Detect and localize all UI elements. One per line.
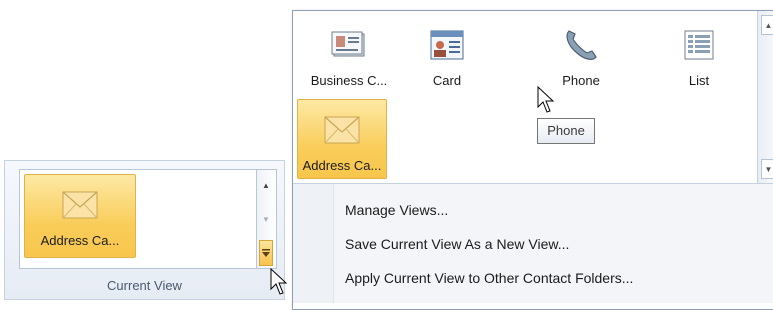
list-icon [679,27,719,63]
mouse-pointer-icon [270,268,288,295]
current-view-group: Address Ca... ▲ ▼ Current View [4,160,285,300]
dropdown-scroll-down-button[interactable]: ▼ [761,159,773,179]
envelope-icon [322,112,362,148]
save-current-view-label: Save Current View As a New View... [345,236,570,252]
view-menu: Manage Views... Save Current View As a N… [293,183,773,303]
business-card-view-button[interactable]: Business C... [303,15,395,97]
list-label: List [688,73,710,88]
gallery-more-button[interactable] [259,240,273,266]
address-cards-gallery-label: Address Ca... [302,158,382,173]
phone-icon [561,27,601,63]
phone-view-button[interactable]: Phone [539,15,623,97]
menu-gutter [293,184,334,303]
view-gallery-dropdown: Business C... Card Phone List Address Ca… [292,10,773,310]
apply-current-view-label: Apply Current View to Other Contact Fold… [345,270,634,286]
phone-label: Phone [562,73,600,88]
envelope-icon [60,187,100,223]
card-view-button[interactable]: Card [405,15,489,97]
address-cards-label: Address Ca... [40,233,120,248]
apply-current-view-menu-item[interactable]: Apply Current View to Other Contact Fold… [345,270,633,286]
gallery-scroll-down-button[interactable]: ▼ [259,206,273,232]
view-gallery: Business C... Card Phone List Address Ca… [293,11,757,183]
address-cards-view-button[interactable]: Address Ca... [24,174,136,258]
business-card-label: Business C... [310,73,388,88]
phone-tooltip: Phone [537,118,595,144]
dropdown-scroll-up-button[interactable]: ▲ [761,15,773,35]
dropdown-scrollbar[interactable]: ▲ ▼ [757,11,773,183]
card-label: Card [432,73,462,88]
gallery-scroll-up-button[interactable]: ▲ [259,172,273,198]
group-label: Current View [107,278,182,293]
manage-views-label: Manage Views... [345,202,449,218]
current-view-gallery: Address Ca... [19,169,257,269]
business-card-icon [329,27,369,63]
card-icon [427,27,467,63]
gallery-more-icon [262,249,270,257]
manage-views-menu-item[interactable]: Manage Views... [345,202,448,218]
gallery-scrollbar[interactable]: ▲ ▼ [257,169,277,269]
save-current-view-menu-item[interactable]: Save Current View As a New View... [345,236,569,252]
mouse-pointer-icon [537,86,555,113]
address-cards-gallery-button[interactable]: Address Ca... [297,99,387,179]
list-view-button[interactable]: List [657,15,741,97]
